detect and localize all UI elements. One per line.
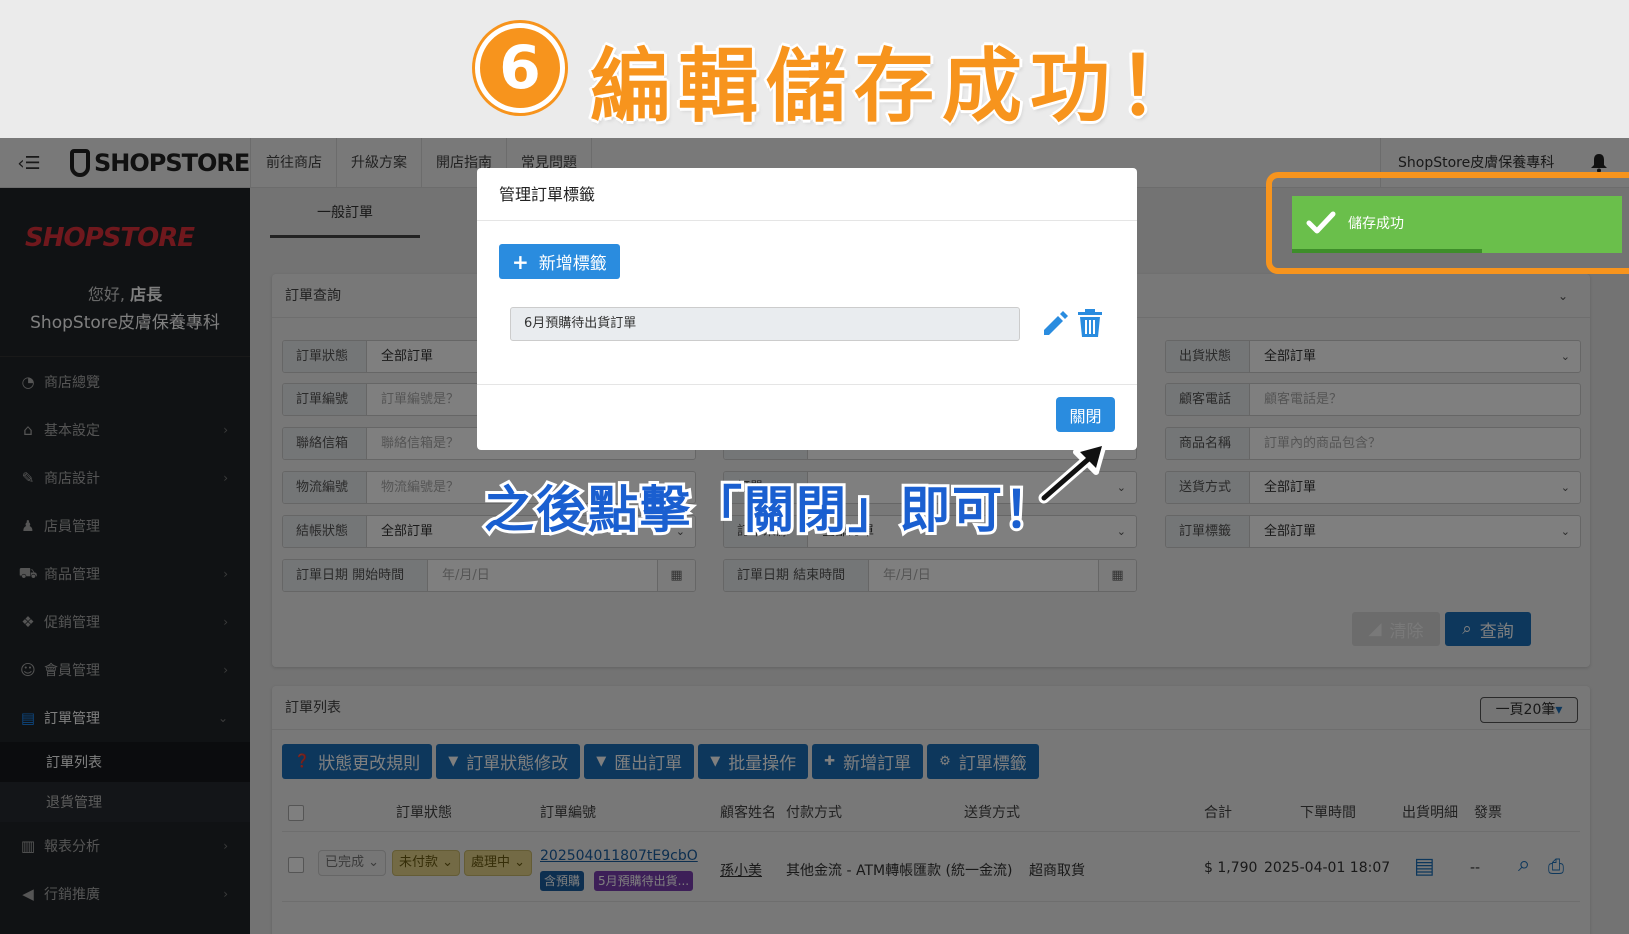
manage-tags-modal: 管理訂單標籤 + 新增標籤 6月預購待出貨訂單 關閉 (477, 168, 1137, 450)
plus-icon: + (512, 249, 529, 274)
arrow-pointer-icon (1038, 442, 1106, 504)
add-tag-button[interactable]: + 新增標籤 (499, 244, 620, 279)
success-toast[interactable]: 儲存成功 (1292, 196, 1622, 253)
check-icon (1306, 211, 1336, 234)
instruction-banner: 6 編輯儲存成功！ (0, 0, 1629, 138)
close-button[interactable]: 關閉 (1056, 397, 1115, 432)
toast-progress-bar (1292, 249, 1482, 253)
toast-message: 儲存成功 (1348, 216, 1404, 232)
tag-name-field[interactable]: 6月預購待出貨訂單 (510, 307, 1020, 341)
divider (477, 384, 1137, 385)
modal-title: 管理訂單標籤 (477, 168, 1137, 221)
trash-icon[interactable] (1077, 308, 1103, 338)
instruction-caption: 之後點擊「關閉」即可！ (481, 478, 1057, 542)
banner-title: 編輯儲存成功！ (589, 39, 1206, 135)
pencil-icon[interactable] (1040, 308, 1068, 338)
step-number-badge: 6 (475, 23, 565, 113)
